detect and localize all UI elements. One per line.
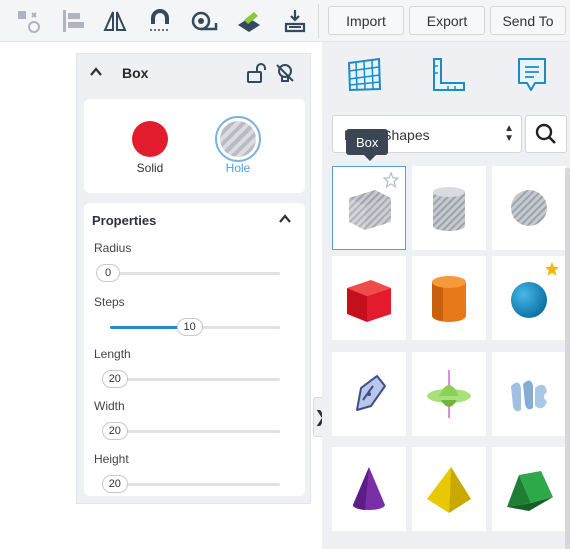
lock-icon[interactable] (245, 62, 267, 89)
spinner-shape-icon (427, 370, 471, 418)
cylinder-hole-shape-icon (433, 187, 465, 231)
hole-swatch[interactable] (215, 116, 261, 162)
prop-slider-height[interactable] (110, 483, 280, 486)
magnet-icon[interactable] (145, 6, 175, 36)
inspector-header: Box (77, 54, 310, 92)
scribble-shape-icon (356, 375, 386, 411)
shape-tooltip: Box (346, 129, 389, 161)
solid-color-swatch[interactable] (132, 121, 168, 157)
shape-tile-box[interactable] (332, 166, 406, 250)
notes-icon[interactable] (510, 52, 554, 96)
shape-tile-sphere-blue[interactable] (492, 256, 566, 340)
bulb-hide-icon[interactable] (274, 62, 296, 89)
search-icon (535, 123, 556, 144)
prop-value-steps[interactable]: 10 (176, 318, 203, 336)
group-icon[interactable] (13, 6, 43, 36)
toolbar-separator (318, 4, 319, 38)
workplane-icon[interactable] (234, 6, 264, 36)
prop-slider-width[interactable] (110, 430, 280, 433)
ruler-l-icon[interactable] (426, 52, 470, 96)
slider-fill (110, 326, 187, 329)
main-toolbar: Import Export Send To (0, 0, 570, 42)
solid-label: Solid (136, 161, 164, 175)
properties-collapse-icon[interactable] (278, 212, 292, 231)
prop-slider-radius[interactable] (110, 272, 280, 275)
shape-library: Basic Shapes ▲▼ Box (322, 42, 570, 549)
shape-tile-spinner[interactable] (412, 352, 486, 436)
pyramid-yellow-shape-icon (427, 467, 471, 513)
prop-value-height[interactable]: 20 (101, 475, 128, 493)
prop-label-width: Width (94, 399, 125, 413)
collapse-chevron-icon[interactable] (89, 65, 103, 84)
sphere-hole-shape-icon (511, 190, 547, 226)
properties-card: Properties Radius 0 Steps 10 Length 20 Width 20… (84, 203, 305, 496)
box-red-shape-icon (347, 280, 391, 322)
ruler-icon[interactable] (189, 6, 219, 36)
inspector-title: Box (122, 65, 149, 81)
import-button[interactable]: Import (328, 6, 404, 35)
shape-tile-box-red[interactable] (332, 256, 406, 340)
drop-icon[interactable] (280, 6, 310, 36)
hole-pattern (220, 121, 256, 157)
cylinder-orange-shape-icon (432, 276, 466, 322)
shape-tile-cylinder-orange[interactable] (412, 256, 486, 340)
export-button[interactable]: Export (409, 6, 485, 35)
mirror-icon[interactable] (100, 6, 130, 36)
hole-label: Hole (225, 161, 251, 175)
roof-green-shape-icon (507, 471, 553, 511)
prop-label-steps: Steps (94, 295, 125, 309)
favorite-star-filled-icon[interactable] (544, 261, 560, 282)
shape-tile-roof-green[interactable] (492, 447, 566, 531)
prop-value-length[interactable]: 20 (101, 370, 128, 388)
text-shape-shape-icon (511, 380, 547, 412)
shape-tile-text-shape[interactable] (492, 352, 566, 436)
solid-hole-card: Solid Hole (84, 99, 305, 193)
prop-label-height: Height (94, 452, 129, 466)
search-button[interactable] (525, 115, 567, 153)
shape-tile-cylinder-hole[interactable] (412, 166, 486, 250)
select-arrows-icon: ▲ ▼ (504, 123, 514, 144)
library-scrollbar[interactable] (565, 168, 570, 549)
properties-title: Properties (92, 213, 157, 228)
prop-value-width[interactable]: 20 (101, 422, 128, 440)
prop-label-length: Length (94, 347, 131, 361)
shape-tile-scribble[interactable] (332, 352, 406, 436)
shape-inspector: Box Solid Hole Properties Radius 0 Steps 10… (76, 53, 311, 504)
align-icon[interactable] (58, 6, 88, 36)
favorite-star-icon[interactable] (382, 171, 400, 193)
grid-icon[interactable] (342, 52, 386, 96)
shape-tile-cone-purple[interactable] (332, 447, 406, 531)
cone-purple-shape-icon (352, 467, 385, 510)
shape-tile-pyramid-yellow[interactable] (412, 447, 486, 531)
prop-label-radius: Radius (94, 241, 132, 255)
prop-value-radius[interactable]: 0 (96, 264, 120, 282)
send-to-button[interactable]: Send To (490, 6, 566, 35)
shape-tile-sphere-hole[interactable] (492, 166, 566, 250)
prop-slider-length[interactable] (110, 378, 280, 381)
